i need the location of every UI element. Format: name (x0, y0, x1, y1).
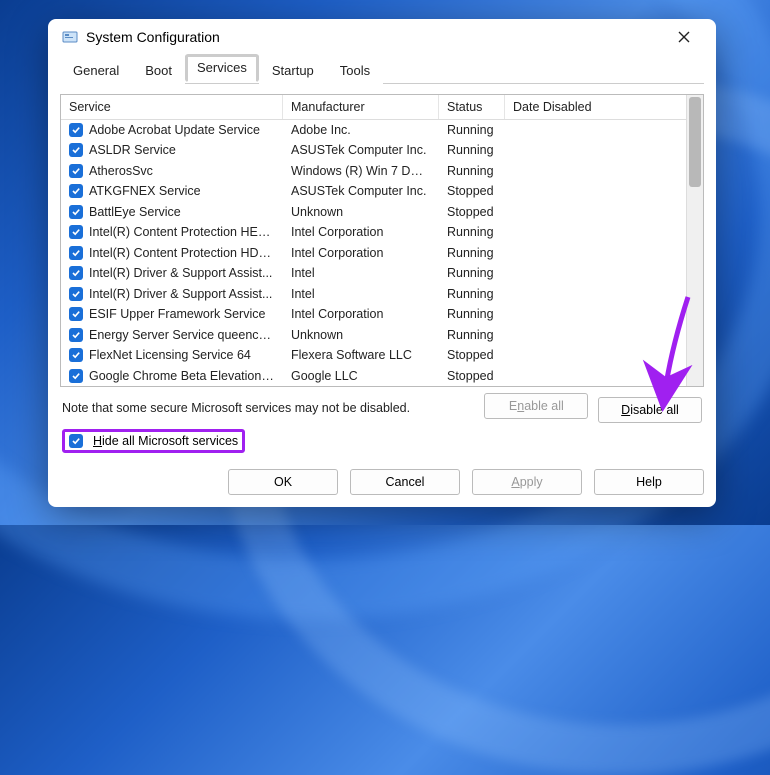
service-name: Intel(R) Driver & Support Assist... (89, 287, 272, 301)
service-status: Stopped (439, 184, 505, 198)
table-row[interactable]: ASLDR Service ASUSTek Computer Inc.Runnin… (61, 140, 686, 161)
hide-ms-label: Hide all Microsoft services (93, 434, 238, 448)
service-checkbox[interactable] (69, 246, 83, 260)
scrollbar-thumb[interactable] (689, 97, 701, 187)
table-row[interactable]: Intel(R) Driver & Support Assist... Intel… (61, 284, 686, 305)
service-manufacturer: ASUSTek Computer Inc. (283, 184, 439, 198)
service-status: Running (439, 164, 505, 178)
cancel-button[interactable]: Cancel (350, 469, 460, 495)
dialog-buttons: OK Cancel Apply Help (48, 461, 716, 507)
tab-boot[interactable]: Boot (132, 56, 185, 84)
enable-all-button[interactable]: Enable all (484, 393, 588, 419)
service-name: Intel(R) Content Protection HDC... (89, 246, 275, 260)
service-status: Running (439, 143, 505, 157)
service-checkbox[interactable] (69, 205, 83, 219)
hide-ms-services-highlight: Hide all Microsoft services (62, 429, 245, 453)
service-status: Stopped (439, 205, 505, 219)
table-row[interactable]: Intel(R) Driver & Support Assist... Intel… (61, 263, 686, 284)
note-text: Note that some secure Microsoft services… (62, 401, 410, 415)
service-manufacturer: Intel (283, 266, 439, 280)
table-row[interactable]: BattlEye Service UnknownStopped (61, 202, 686, 223)
col-date-disabled[interactable]: Date Disabled (505, 95, 686, 119)
col-service[interactable]: Service (61, 95, 283, 119)
service-status: Running (439, 266, 505, 280)
table-row[interactable]: Energy Server Service queencreek UnknownR… (61, 325, 686, 346)
table-row[interactable]: Intel(R) Content Protection HECI... Intel… (61, 222, 686, 243)
system-configuration-dialog: System Configuration General Boot Servic… (48, 19, 716, 507)
tab-services[interactable]: Services (185, 54, 259, 82)
table-row[interactable]: Intel(R) Content Protection HDC... Intel … (61, 243, 686, 264)
service-status: Stopped (439, 369, 505, 383)
tab-general[interactable]: General (60, 56, 132, 84)
service-name: Adobe Acrobat Update Service (89, 123, 260, 137)
service-name: FlexNet Licensing Service 64 (89, 348, 251, 362)
services-listbox: Service Manufacturer Status Date Disable… (60, 94, 704, 388)
table-row[interactable]: Adobe Acrobat Update Service Adobe Inc.Ru… (61, 120, 686, 141)
service-manufacturer: Flexera Software LLC (283, 348, 439, 362)
service-status: Running (439, 225, 505, 239)
service-manufacturer: Google LLC (283, 369, 439, 383)
service-name: Energy Server Service queencreek (89, 328, 275, 342)
col-status[interactable]: Status (439, 95, 505, 119)
service-checkbox[interactable] (69, 225, 83, 239)
service-manufacturer: Intel (283, 287, 439, 301)
service-manufacturer: Windows (R) Win 7 DDK p... (283, 164, 439, 178)
help-button[interactable]: Help (594, 469, 704, 495)
table-row[interactable]: ATKGFNEX Service ASUSTek Computer Inc.Sto… (61, 181, 686, 202)
titlebar: System Configuration (48, 19, 716, 55)
window-title: System Configuration (86, 29, 666, 45)
service-status: Running (439, 287, 505, 301)
service-checkbox[interactable] (69, 307, 83, 321)
service-manufacturer: Intel Corporation (283, 246, 439, 260)
service-status: Running (439, 328, 505, 342)
service-status: Running (439, 123, 505, 137)
service-status: Stopped (439, 348, 505, 362)
col-manufacturer[interactable]: Manufacturer (283, 95, 439, 119)
service-checkbox[interactable] (69, 369, 83, 383)
service-status: Running (439, 246, 505, 260)
column-headers: Service Manufacturer Status Date Disable… (61, 95, 686, 120)
table-row[interactable]: FlexNet Licensing Service 64 Flexera Soft… (61, 345, 686, 366)
disable-all-button[interactable]: Disable all (598, 397, 702, 423)
service-name: Intel(R) Content Protection HECI... (89, 225, 275, 239)
service-name: ASLDR Service (89, 143, 176, 157)
hide-ms-checkbox[interactable] (69, 434, 83, 448)
tab-startup[interactable]: Startup (259, 56, 327, 84)
service-checkbox[interactable] (69, 123, 83, 137)
table-row[interactable]: ESIF Upper Framework Service Intel Corpor… (61, 304, 686, 325)
close-icon[interactable] (666, 22, 702, 52)
service-name: Intel(R) Driver & Support Assist... (89, 266, 272, 280)
service-checkbox[interactable] (69, 328, 83, 342)
tab-tools[interactable]: Tools (327, 56, 383, 84)
service-manufacturer: ASUSTek Computer Inc. (283, 143, 439, 157)
service-name: ESIF Upper Framework Service (89, 307, 265, 321)
service-status: Running (439, 307, 505, 321)
service-manufacturer: Unknown (283, 205, 439, 219)
service-manufacturer: Unknown (283, 328, 439, 342)
ok-button[interactable]: OK (228, 469, 338, 495)
tab-row: General Boot Services Startup Tools (60, 55, 704, 84)
app-icon (62, 29, 78, 45)
service-name: Google Chrome Beta Elevation S... (89, 369, 275, 383)
service-checkbox[interactable] (69, 143, 83, 157)
service-name: ATKGFNEX Service (89, 184, 201, 198)
table-row[interactable]: Google Chrome Beta Elevation S... Google … (61, 366, 686, 387)
service-checkbox[interactable] (69, 348, 83, 362)
apply-button[interactable]: Apply (472, 469, 582, 495)
service-checkbox[interactable] (69, 287, 83, 301)
service-manufacturer: Adobe Inc. (283, 123, 439, 137)
service-checkbox[interactable] (69, 184, 83, 198)
service-manufacturer: Intel Corporation (283, 307, 439, 321)
vertical-scrollbar[interactable] (686, 95, 703, 387)
service-manufacturer: Intel Corporation (283, 225, 439, 239)
service-checkbox[interactable] (69, 266, 83, 280)
table-row[interactable]: AtherosSvc Windows (R) Win 7 DDK p...Runn… (61, 161, 686, 182)
service-checkbox[interactable] (69, 164, 83, 178)
service-name: AtherosSvc (89, 164, 153, 178)
service-name: BattlEye Service (89, 205, 181, 219)
